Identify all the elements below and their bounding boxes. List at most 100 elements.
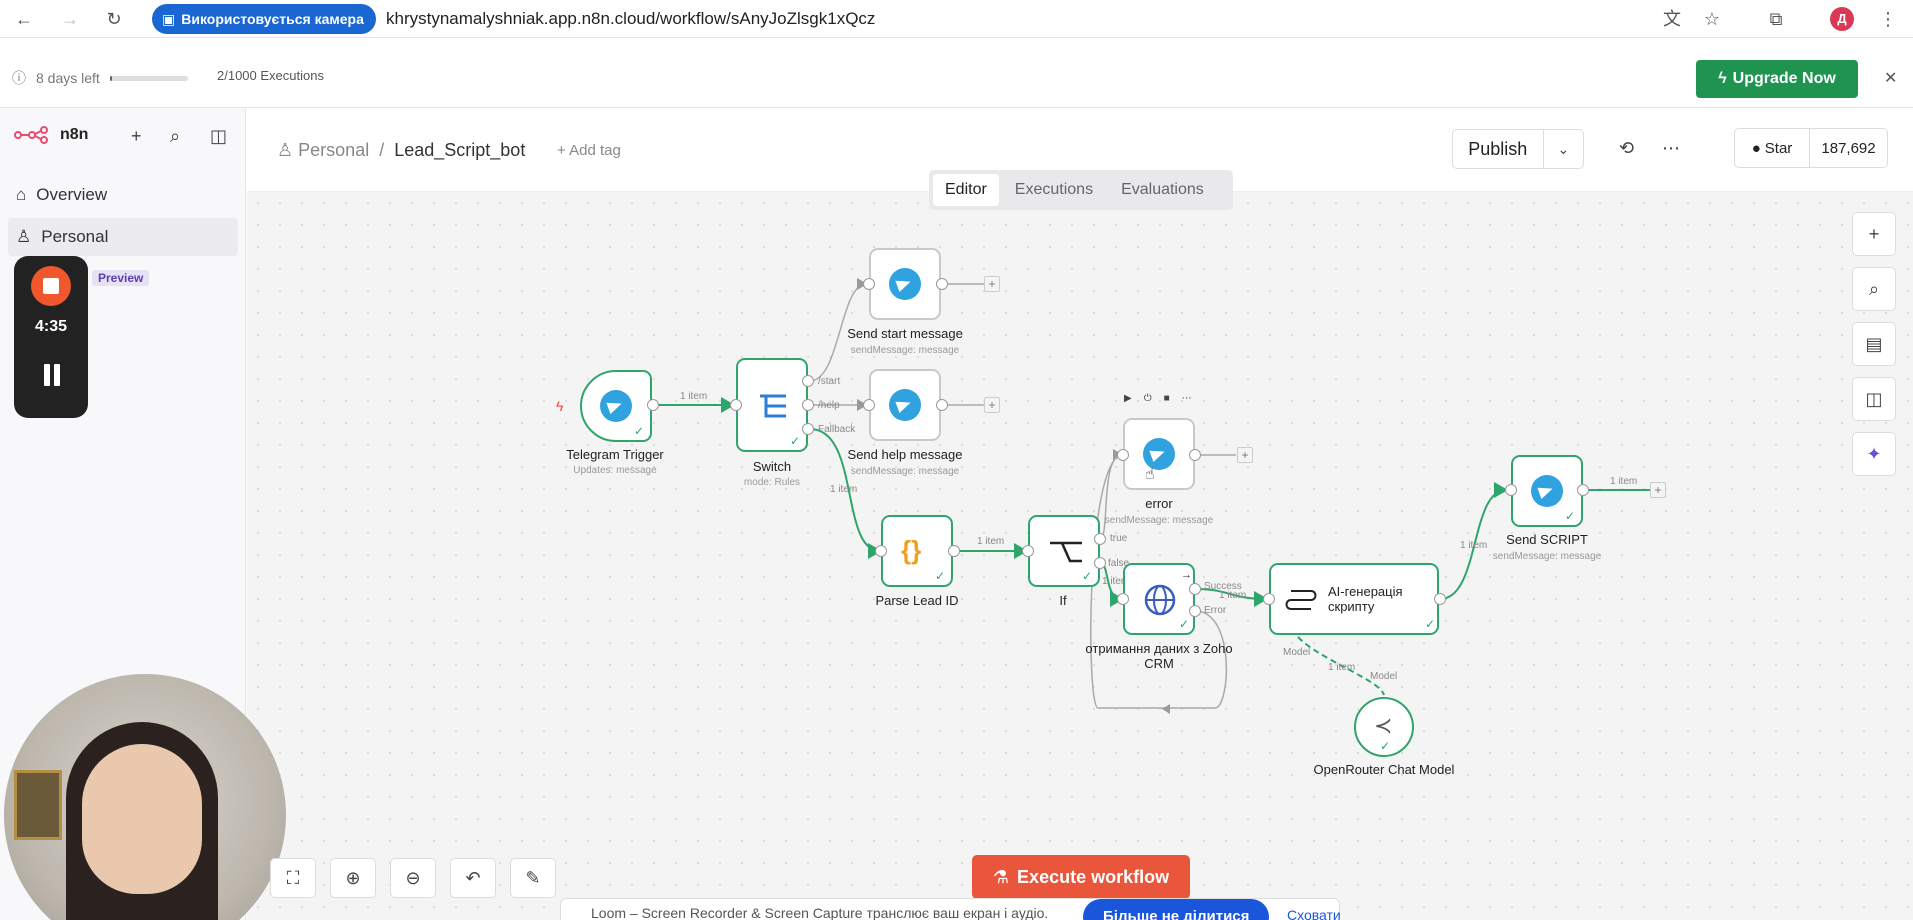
connection-label: Model — [1370, 671, 1398, 682]
output-handle[interactable] — [1094, 533, 1106, 545]
github-star-button[interactable]: ● Star — [1735, 129, 1811, 167]
output-handle[interactable] — [1189, 605, 1201, 617]
translate-icon[interactable]: 文 — [1660, 7, 1684, 31]
flask-icon: ⚗ — [992, 866, 1010, 887]
node-telegram-trigger[interactable]: ✓ — [580, 370, 652, 442]
output-handle[interactable] — [1434, 593, 1446, 605]
node-zoho-crm[interactable]: → ✓ — [1123, 563, 1195, 635]
input-handle[interactable] — [875, 545, 887, 557]
zoom-out-button[interactable]: ⊖ — [390, 858, 436, 898]
connection-label: 1 item — [1328, 662, 1356, 673]
input-handle[interactable] — [1117, 449, 1129, 461]
output-handle[interactable] — [1577, 484, 1589, 496]
output-handle[interactable] — [802, 375, 814, 387]
project-link[interactable]: ♙ Personal — [277, 140, 369, 161]
add-node-icon[interactable]: + — [984, 276, 1000, 292]
search-icon[interactable]: ⌕ — [170, 126, 180, 147]
node-openrouter[interactable]: ≺ ✓ — [1354, 697, 1414, 757]
trial-info: ⓘ 8 days left — [12, 68, 188, 88]
n8n-logo[interactable]: n8n — [14, 126, 88, 144]
add-node-button[interactable]: + — [1852, 212, 1896, 256]
hide-link[interactable]: Сховати — [1287, 907, 1341, 920]
output-handle[interactable] — [1189, 449, 1201, 461]
address-bar[interactable]: khrystynamalyshniak.app.n8n.cloud/workfl… — [386, 9, 875, 29]
trash-icon[interactable]: ■ — [1164, 393, 1170, 404]
input-handle[interactable] — [1022, 545, 1034, 557]
node-label: OpenRouter Chat Model — [1313, 762, 1455, 777]
loom-sharing-bar: Loom – Screen Recorder & Screen Capture … — [560, 898, 1341, 920]
extensions-icon[interactable]: ⧉ — [1764, 7, 1788, 31]
back-icon[interactable]: ← — [12, 7, 36, 31]
sidebar-item-label: Personal — [41, 227, 109, 246]
node-subtitle: sendMessage: message — [1104, 515, 1214, 526]
sticky-note-button[interactable]: ▤ — [1852, 322, 1896, 366]
stop-recording-button[interactable] — [31, 266, 71, 306]
profile-avatar[interactable]: Д — [1830, 7, 1854, 31]
add-node-icon[interactable]: + — [984, 397, 1000, 413]
output-handle[interactable] — [936, 278, 948, 290]
more-options-icon[interactable]: ⋯ — [1662, 138, 1680, 159]
pause-icon[interactable] — [42, 364, 62, 386]
breadcrumb-project: Personal — [298, 140, 370, 160]
chevron-down-icon[interactable]: ⌄ — [1544, 141, 1583, 158]
collapse-sidebar-icon[interactable]: ◫ — [210, 126, 227, 147]
play-icon[interactable]: ▶ — [1124, 393, 1132, 404]
github-star-widget[interactable]: ● Star 187,692 — [1734, 128, 1888, 168]
output-handle[interactable] — [1094, 557, 1106, 569]
camera-in-use-pill[interactable]: ▣ Використовується камера — [152, 4, 376, 34]
undo-button[interactable]: ↶ — [450, 858, 496, 898]
execute-workflow-button[interactable]: ⚗ Execute workflow — [972, 855, 1190, 899]
node-send-script[interactable]: ✓ — [1511, 455, 1583, 527]
panel-toggle-button[interactable]: ◫ — [1852, 377, 1896, 421]
upgrade-now-button[interactable]: ϟ Upgrade Now — [1696, 60, 1858, 98]
workflow-name[interactable]: Lead_Script_bot — [394, 140, 525, 161]
zoom-in-button[interactable]: ⊕ — [330, 858, 376, 898]
sidebar-item-overview[interactable]: ⌂ Overview — [8, 176, 238, 214]
browser-menu-icon[interactable]: ⋮ — [1876, 7, 1900, 31]
add-tag-button[interactable]: + Add tag — [557, 142, 621, 159]
node-parse-lead-id[interactable]: {} ✓ — [881, 515, 953, 587]
stop-sharing-button[interactable]: Більше не ділитися — [1083, 899, 1270, 920]
node-send-help[interactable] — [869, 369, 941, 441]
output-handle[interactable] — [647, 399, 659, 411]
output-handle[interactable] — [802, 399, 814, 411]
node-error[interactable]: ☝ — [1123, 418, 1195, 490]
input-handle[interactable] — [1117, 593, 1129, 605]
history-icon[interactable]: ⟲ — [1619, 138, 1634, 159]
input-handle[interactable] — [730, 399, 742, 411]
close-banner-icon[interactable]: ✕ — [1884, 68, 1897, 88]
output-handle[interactable] — [948, 545, 960, 557]
connection-label: Model — [1283, 647, 1311, 658]
info-icon: ⓘ — [12, 70, 26, 86]
fit-view-button[interactable]: ⛶ — [270, 858, 316, 898]
node-label: Send start message — [847, 326, 963, 341]
tidy-up-button[interactable]: ✎ — [510, 858, 556, 898]
forward-icon[interactable]: → — [58, 7, 82, 31]
tab-executions[interactable]: Executions — [1003, 174, 1105, 206]
output-handle[interactable] — [936, 399, 948, 411]
ai-sparkle-button[interactable]: ✦ — [1852, 432, 1896, 476]
search-nodes-button[interactable]: ⌕ — [1852, 267, 1896, 311]
add-node-icon[interactable]: + — [1650, 482, 1666, 498]
input-handle[interactable] — [863, 278, 875, 290]
tab-evaluations[interactable]: Evaluations — [1109, 174, 1216, 206]
input-handle[interactable] — [863, 399, 875, 411]
power-icon[interactable]: ⏻ — [1144, 393, 1152, 404]
output-handle[interactable] — [1189, 583, 1201, 595]
publish-button[interactable]: Publish — [1453, 130, 1544, 168]
node-send-start[interactable] — [869, 248, 941, 320]
plus-icon[interactable]: + — [131, 126, 142, 147]
add-node-icon[interactable]: + — [1237, 447, 1253, 463]
input-handle[interactable] — [1263, 593, 1275, 605]
node-switch[interactable]: ✓ — [736, 358, 808, 452]
bookmark-star-icon[interactable]: ☆ — [1700, 7, 1724, 31]
input-handle[interactable] — [1505, 484, 1517, 496]
check-icon: ✓ — [1380, 739, 1391, 753]
reload-icon[interactable]: ↻ — [102, 7, 126, 31]
screen-recorder-widget: 4:35 — [14, 256, 88, 418]
node-label: отримання даних з Zoho CRM — [1085, 641, 1233, 671]
output-handle[interactable] — [802, 423, 814, 435]
sidebar-item-personal[interactable]: ♙ Personal — [8, 218, 238, 256]
tab-editor[interactable]: Editor — [933, 174, 999, 206]
more-icon[interactable]: ⋯ — [1182, 393, 1192, 404]
